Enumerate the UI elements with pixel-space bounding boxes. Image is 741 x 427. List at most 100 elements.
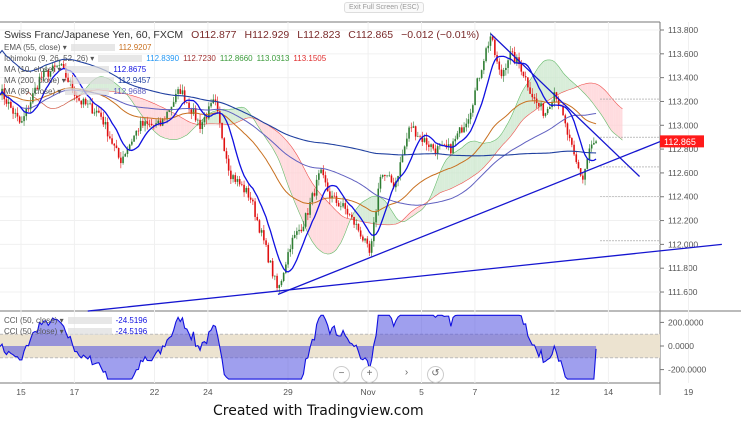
candle-body: [205, 117, 208, 119]
candle-body: [335, 195, 338, 203]
candle-body: [146, 121, 149, 124]
indicator-controls[interactable]: [65, 88, 110, 96]
zoom-in-button[interactable]: +: [361, 366, 378, 383]
ichimoku-cloud: [450, 153, 454, 189]
indicator-controls[interactable]: [70, 44, 115, 52]
candle-body: [78, 98, 80, 101]
candle-body: [370, 241, 373, 253]
ichimoku-cloud: [169, 110, 172, 140]
candle-body: [542, 103, 545, 116]
candle-body: [524, 76, 527, 78]
candle-body: [278, 285, 281, 289]
ichimoku-cloud: [446, 157, 449, 191]
ichimoku-cloud: [602, 88, 605, 121]
candle-body: [355, 223, 358, 225]
candle-body: [313, 193, 316, 196]
candle-body: [256, 216, 259, 221]
candle-body: [357, 223, 360, 231]
candle-body: [538, 102, 540, 107]
cci-legend[interactable]: CCI (50, close) ▾ -24.5196: [4, 316, 147, 325]
indicator-controls[interactable]: [98, 55, 143, 63]
candle-body: [406, 138, 408, 147]
indicator-controls[interactable]: [69, 77, 114, 85]
indicator-label: EMA (55, close): [4, 43, 61, 52]
candle-body: [128, 144, 131, 150]
candle-body: [410, 127, 413, 129]
candle-body: [324, 175, 327, 183]
y-tick-label: 113.800: [668, 25, 698, 35]
ichimoku-cloud: [323, 197, 326, 254]
exit-fullscreen-button[interactable]: Exit Full Screen (ESC): [344, 2, 425, 13]
indicator-legend[interactable]: MA (200, close) ▾ 112.9457: [4, 76, 151, 85]
candle-body: [340, 206, 342, 208]
candle-body: [520, 64, 523, 72]
ichimoku-cloud: [472, 141, 476, 177]
candle-body: [344, 203, 347, 209]
candle-body: [232, 175, 234, 180]
candle-body: [322, 169, 325, 176]
indicator-legend[interactable]: MA (89, close) ▾ 112.9688: [4, 87, 146, 96]
candle-body: [131, 141, 133, 145]
candle-body: [221, 122, 223, 139]
candle-body: [428, 144, 430, 148]
candle-body: [436, 146, 439, 154]
x-tick-label: Nov: [361, 387, 377, 397]
candle-body: [531, 93, 534, 98]
ichimoku-cloud: [461, 145, 465, 184]
candle-body: [500, 69, 503, 77]
indicator-value: 112.9457: [117, 76, 151, 85]
x-tick-label: 14: [604, 387, 614, 397]
candle-body: [16, 112, 19, 117]
candle-body: [381, 174, 384, 177]
indicator-legend[interactable]: MA (10, close) ▾ 112.8675: [4, 65, 146, 74]
candle-body: [197, 119, 199, 121]
symbol-title[interactable]: Swiss Franc/Japanese Yen, 60, FXCM: [4, 29, 183, 41]
candle-body: [571, 138, 573, 145]
candle-body: [14, 112, 17, 114]
candle-body: [137, 130, 140, 132]
ichimoku-cloud: [609, 95, 612, 131]
ichimoku-cloud: [180, 116, 183, 139]
candle-body: [80, 100, 83, 105]
indicator-legend[interactable]: Ichimoku (9, 26, 52, 26) ▾ 112.8390 112.72…: [4, 54, 326, 63]
indicator-legend[interactable]: EMA (55, close) ▾ 112.9207: [4, 43, 152, 52]
candle-body: [568, 134, 571, 139]
reset-chart-button[interactable]: ↺: [427, 366, 444, 383]
x-tick-label: 12: [550, 387, 560, 397]
ichimoku-cloud: [301, 162, 304, 223]
indicator-controls[interactable]: [67, 328, 112, 336]
ichimoku-cloud: [464, 143, 467, 182]
candle-body: [135, 130, 138, 136]
candle-body: [89, 103, 91, 105]
candle-body: [95, 110, 98, 113]
cci-legend[interactable]: CCI (50, close) ▾ -24.5196: [4, 327, 147, 336]
ichimoku-cloud: [525, 82, 528, 118]
cci-value: -24.5196: [115, 327, 148, 336]
candle-body: [566, 123, 569, 135]
candle-body: [241, 184, 243, 185]
candle-body: [247, 187, 250, 198]
candle-body: [144, 121, 146, 126]
go-to-realtime-button[interactable]: ›: [399, 366, 414, 381]
indicator-controls[interactable]: [65, 66, 110, 74]
candle-body: [546, 108, 549, 114]
candle-body: [276, 275, 278, 289]
candle-body: [364, 238, 366, 241]
candle-body: [527, 77, 529, 88]
candle-body: [300, 229, 303, 232]
candle-body: [375, 211, 377, 223]
zoom-out-button[interactable]: −: [333, 366, 350, 383]
candle-body: [254, 201, 256, 217]
ichimoku-cloud: [299, 158, 302, 218]
ichimoku-cloud: [547, 59, 550, 101]
candle-body: [269, 260, 272, 263]
ichimoku-cloud: [453, 152, 456, 188]
candle-body: [252, 199, 254, 202]
candle-body: [584, 168, 586, 180]
ichimoku-cloud: [325, 199, 328, 255]
cci-value: -24.5196: [115, 316, 148, 325]
candle-body: [368, 243, 371, 253]
indicator-controls[interactable]: [67, 317, 112, 325]
candle-body: [291, 237, 294, 250]
candle-body: [238, 179, 241, 185]
